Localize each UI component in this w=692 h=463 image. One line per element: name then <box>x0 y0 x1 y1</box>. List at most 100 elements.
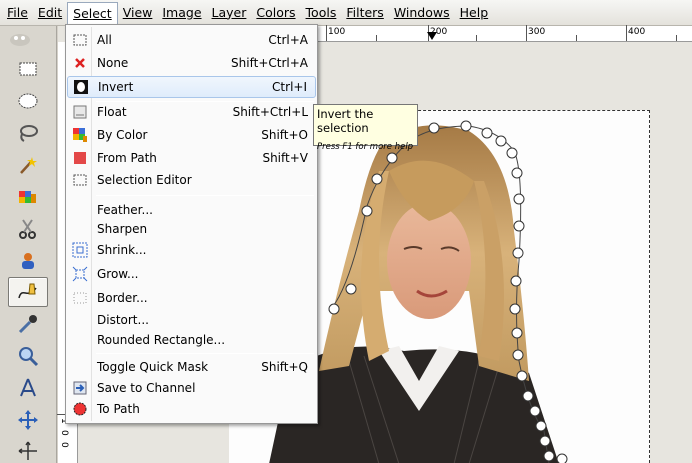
menu-image-label: Image <box>162 4 202 20</box>
menu-item-toggle-quick-mask-label: Toggle Quick Mask <box>97 360 209 374</box>
menu-colors-label: Colors <box>256 4 296 20</box>
shrink-icon <box>72 242 88 258</box>
menu-item-border-label: Border... <box>97 291 148 305</box>
menu-filters-label: Filters <box>346 4 384 20</box>
menu-item-float-shortcut: Shift+Ctrl+L <box>232 105 308 119</box>
menu-item-none-label: None <box>97 56 129 70</box>
foreground-select-tool-icon[interactable] <box>8 246 48 276</box>
toolbox <box>0 26 57 463</box>
move-tool-icon[interactable] <box>8 405 48 435</box>
menu-item-invert-shortcut: Ctrl+I <box>272 80 307 94</box>
menu-item-shrink[interactable]: Shrink... <box>67 239 316 261</box>
select-by-color-icon <box>72 127 88 143</box>
menu-item-distort[interactable]: Distort... <box>67 309 316 331</box>
menu-view[interactable]: View <box>118 2 158 24</box>
menu-file[interactable]: File <box>2 2 33 24</box>
gimp-logo-icon <box>10 34 30 46</box>
fuzzy-select-tool-icon[interactable] <box>8 150 48 180</box>
menu-item-none[interactable]: None Shift+Ctrl+A <box>67 52 316 74</box>
menu-item-float[interactable]: Float Shift+Ctrl+L <box>67 101 316 123</box>
ruler-label-400: 400 <box>628 27 646 37</box>
menu-help[interactable]: Help <box>455 2 494 24</box>
tooltip-hint: Press F1 for more help <box>317 142 414 152</box>
menu-item-feather-label: Feather... <box>97 203 153 217</box>
menu-help-label: Help <box>459 4 489 20</box>
menu-item-by-color[interactable]: By Color Shift+O <box>67 124 316 146</box>
menu-windows[interactable]: Windows <box>389 2 455 24</box>
menu-item-save-to-channel[interactable]: Save to Channel <box>67 377 316 399</box>
menu-item-all-label: All <box>97 33 112 47</box>
ruler-label-300: 300 <box>528 27 546 37</box>
zoom-tool-icon[interactable] <box>8 341 48 371</box>
menu-item-toggle-quick-mask[interactable]: Toggle Quick Mask Shift+Q <box>67 356 316 378</box>
menu-item-all-shortcut: Ctrl+A <box>268 33 308 47</box>
paths-tool-icon[interactable] <box>8 277 48 307</box>
menu-item-float-label: Float <box>97 105 127 119</box>
save-to-channel-icon <box>72 380 88 396</box>
menu-view-label: View <box>122 4 153 20</box>
menu-item-from-path-shortcut: Shift+V <box>262 151 308 165</box>
rect-select-tool-icon[interactable] <box>8 54 48 84</box>
menu-item-save-to-channel-label: Save to Channel <box>97 381 196 395</box>
menu-item-from-path[interactable]: From Path Shift+V <box>67 147 316 169</box>
menu-item-border[interactable]: Border... <box>67 287 316 309</box>
measure-tool-icon[interactable] <box>8 373 48 403</box>
border-icon <box>72 290 88 306</box>
select-by-color-tool-icon[interactable] <box>8 182 48 212</box>
menu-item-to-path-label: To Path <box>97 402 140 416</box>
color-picker-tool-icon[interactable] <box>8 309 48 339</box>
tooltip: Invert the selection Press F1 for more h… <box>313 104 418 152</box>
menu-select[interactable]: Select <box>67 1 118 26</box>
scissors-tool-icon[interactable] <box>8 214 48 244</box>
menu-edit[interactable]: Edit <box>33 2 67 24</box>
menu-item-invert-label: Invert <box>98 80 134 94</box>
menu-image[interactable]: Image <box>157 2 206 24</box>
menu-layer-label: Layer <box>211 4 247 20</box>
lasso-tool-icon[interactable] <box>8 118 48 148</box>
menu-tools-label: Tools <box>305 4 337 20</box>
menu-item-shrink-label: Shrink... <box>97 243 147 257</box>
menu-select-label: Select <box>73 5 112 21</box>
ruler-left-label-3: 0 <box>59 442 69 448</box>
invert-selection-icon <box>73 79 89 95</box>
menu-item-by-color-shortcut: Shift+O <box>261 128 308 142</box>
select-all-icon <box>72 32 88 48</box>
ruler-pointer-icon <box>427 32 437 40</box>
selection-editor-icon <box>72 172 88 188</box>
menu-item-invert[interactable]: Invert Ctrl+I <box>67 76 316 98</box>
menu-item-from-path-label: From Path <box>97 151 157 165</box>
menu-item-distort-label: Distort... <box>97 313 149 327</box>
menu-item-grow[interactable]: Grow... <box>67 263 316 285</box>
menu-item-all[interactable]: All Ctrl+A <box>67 29 316 51</box>
grow-icon <box>72 266 88 282</box>
menubar: File Edit Select View Image Layer Colors… <box>0 0 692 26</box>
tooltip-title: Invert the selection <box>317 107 374 135</box>
to-path-icon <box>72 401 88 417</box>
menu-windows-label: Windows <box>393 4 450 20</box>
menu-item-to-path[interactable]: To Path <box>67 398 316 420</box>
ellipse-select-tool-icon[interactable] <box>8 86 48 116</box>
menu-item-sharpen-label: Sharpen <box>97 222 148 236</box>
ruler-left-label-2: 0 <box>59 430 69 436</box>
menu-layer[interactable]: Layer <box>207 2 252 24</box>
from-path-icon <box>72 150 88 166</box>
menu-item-by-color-label: By Color <box>97 128 148 142</box>
menu-colors[interactable]: Colors <box>251 2 300 24</box>
menu-filters[interactable]: Filters <box>341 2 388 24</box>
menu-item-grow-label: Grow... <box>97 267 139 281</box>
menu-edit-label: Edit <box>37 4 63 20</box>
menu-item-selection-editor-label: Selection Editor <box>97 173 192 187</box>
menu-file-label: File <box>7 4 28 20</box>
select-menu: All Ctrl+A None Shift+Ctrl+A Invert Ctrl… <box>65 24 318 424</box>
ruler-label-100: 100 <box>328 27 346 37</box>
menu-item-rounded-rectangle-label: Rounded Rectangle... <box>97 333 226 347</box>
menu-item-sharpen[interactable]: Sharpen <box>67 218 316 240</box>
menu-item-none-shortcut: Shift+Ctrl+A <box>231 56 308 70</box>
select-none-icon <box>72 55 88 71</box>
menu-item-toggle-quick-mask-shortcut: Shift+Q <box>261 360 308 374</box>
menu-item-rounded-rectangle[interactable]: Rounded Rectangle... <box>67 329 316 351</box>
float-selection-icon <box>72 104 88 120</box>
menu-tools[interactable]: Tools <box>301 2 342 24</box>
align-tool-icon[interactable] <box>8 436 48 463</box>
menu-item-selection-editor[interactable]: Selection Editor <box>67 169 316 191</box>
